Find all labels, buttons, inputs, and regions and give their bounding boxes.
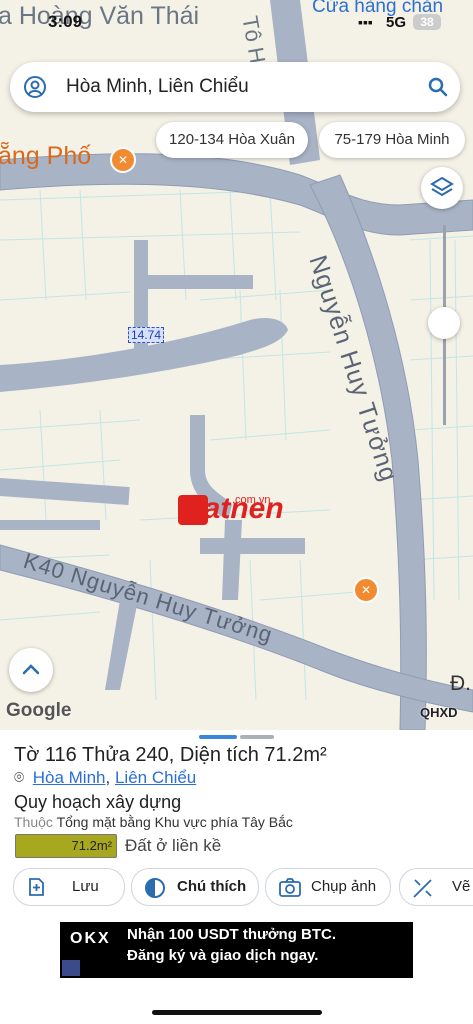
- draw-button[interactable]: Vẽ: [399, 868, 473, 906]
- parcel-location: ⌾ Hòa Minh, Liên Chiểu: [14, 768, 197, 787]
- camera-icon: [279, 878, 301, 897]
- save-button[interactable]: Lưu: [13, 868, 125, 906]
- restaurant-icon[interactable]: ✕: [110, 147, 136, 173]
- legend-button[interactable]: Chú thích: [131, 868, 259, 906]
- ad-line-2: Đăng ký và giao dịch ngay.: [127, 947, 319, 964]
- location-pin-icon: ⌾: [14, 768, 25, 787]
- home-indicator[interactable]: [152, 1010, 322, 1015]
- chip-hoa-xuan[interactable]: 120-134 Hòa Xuân: [156, 122, 308, 158]
- layers-button[interactable]: [421, 167, 463, 209]
- user-icon[interactable]: [24, 76, 46, 98]
- sheet-handle-active[interactable]: [199, 735, 237, 739]
- map-edge-label: Đ.: [450, 672, 471, 695]
- search-bar[interactable]: Hòa Minh, Liên Chiểu: [10, 62, 460, 112]
- status-time: 3:09: [48, 12, 83, 31]
- parcel-title: Tờ 116 Thửa 240, Diện tích 71.2m²: [14, 744, 327, 766]
- draw-icon: [413, 879, 432, 898]
- location-link-district[interactable]: Liên Chiểu: [115, 768, 196, 787]
- opacity-slider-handle[interactable]: [428, 307, 460, 339]
- battery-indicator: 38: [413, 14, 441, 30]
- dimension-label: 14.74: [128, 327, 165, 343]
- chevron-up-icon: [22, 664, 40, 675]
- ad-info-icon[interactable]: [62, 960, 80, 976]
- search-icon[interactable]: [428, 77, 448, 97]
- signal-icon: ▪▪▪: [358, 14, 373, 30]
- google-logo: Google: [6, 700, 72, 721]
- zone-color-swatch: 71.2m²: [15, 834, 117, 858]
- qhxd-label: QHXD: [420, 705, 458, 720]
- layers-icon: [430, 176, 454, 197]
- map-place-label: ẵng Phố: [0, 142, 92, 170]
- ad-brand-logo: OKX: [70, 930, 111, 947]
- section-title: Quy hoạch xây dựng: [14, 792, 182, 812]
- contrast-icon: [145, 878, 165, 898]
- expand-up-button[interactable]: [9, 648, 53, 692]
- map-street-label: a Hoàng Văn Thái: [0, 2, 200, 30]
- location-link-ward[interactable]: Hòa Minh: [33, 768, 106, 787]
- chip-hoa-minh[interactable]: 75-179 Hòa Minh: [319, 122, 465, 158]
- zone-type: Đất ở liền kề: [125, 836, 222, 855]
- ad-banner[interactable]: OKX Nhận 100 USDT thưởng BTC. Đăng ký và…: [60, 922, 413, 978]
- ad-line-1: Nhận 100 USDT thưởng BTC.: [127, 926, 337, 943]
- capture-button[interactable]: Chụp ảnh: [265, 868, 391, 906]
- sheet-handle[interactable]: [240, 735, 274, 739]
- network-label: 5G: [386, 14, 407, 31]
- restaurant-icon-2[interactable]: ✕: [353, 577, 379, 603]
- watermark-suffix: .com.vn: [232, 494, 271, 506]
- add-note-icon: [29, 878, 44, 896]
- search-input[interactable]: Hòa Minh, Liên Chiểu: [66, 76, 249, 98]
- plan-belongs: Thuộc Tổng mặt bằng Khu vực phía Tây Bắc: [14, 814, 293, 830]
